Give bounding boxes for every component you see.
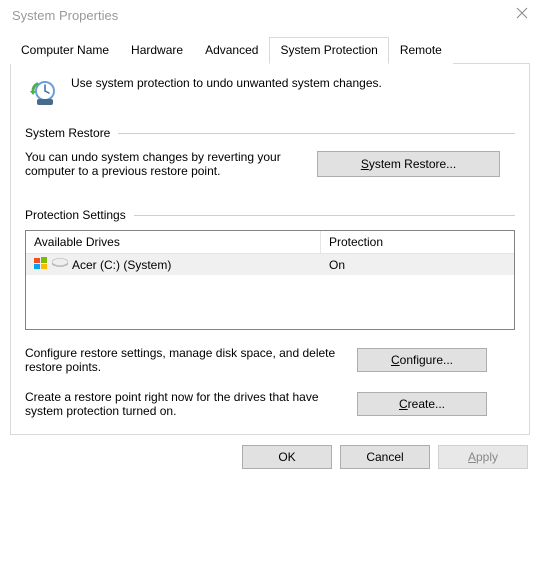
- dialog-footer: OK Cancel Apply: [0, 435, 540, 479]
- intro-text: Use system protection to undo unwanted s…: [71, 76, 382, 90]
- create-button[interactable]: Create...: [357, 392, 487, 416]
- drive-icon: [52, 257, 68, 272]
- cancel-button[interactable]: Cancel: [340, 445, 430, 469]
- create-text: Create a restore point right now for the…: [25, 390, 345, 418]
- drives-table[interactable]: Available Drives Protection: [25, 230, 515, 330]
- restore-text: You can undo system changes by reverting…: [25, 150, 305, 178]
- tab-advanced[interactable]: Advanced: [194, 37, 269, 64]
- col-protection-header[interactable]: Protection: [321, 231, 514, 253]
- tab-hardware[interactable]: Hardware: [120, 37, 194, 64]
- restore-shield-icon: [25, 76, 59, 110]
- configure-text: Configure restore settings, manage disk …: [25, 346, 345, 374]
- drive-status: On: [321, 255, 514, 275]
- window-title: System Properties: [12, 8, 118, 23]
- table-row[interactable]: Acer (C:) (System) On: [26, 254, 514, 275]
- tab-content: Use system protection to undo unwanted s…: [10, 64, 530, 435]
- section-settings-title: Protection Settings: [25, 208, 126, 222]
- tab-system-protection[interactable]: System Protection: [269, 37, 388, 64]
- table-header-row: Available Drives Protection: [26, 231, 514, 254]
- ok-button[interactable]: OK: [242, 445, 332, 469]
- col-drives-header[interactable]: Available Drives: [26, 231, 321, 253]
- apply-button[interactable]: Apply: [438, 445, 528, 469]
- tab-remote[interactable]: Remote: [389, 37, 453, 64]
- tab-bar: Computer Name Hardware Advanced System P…: [10, 36, 530, 64]
- configure-button[interactable]: Configure...: [357, 348, 487, 372]
- close-icon[interactable]: [516, 6, 528, 24]
- section-restore-title: System Restore: [25, 126, 110, 140]
- divider: [134, 215, 515, 216]
- tab-computer-name[interactable]: Computer Name: [10, 37, 120, 64]
- windows-flag-icon: [34, 257, 48, 272]
- drive-name: Acer (C:) (System): [72, 258, 171, 272]
- window-header: System Properties: [0, 0, 540, 30]
- divider: [118, 133, 515, 134]
- system-restore-button[interactable]: System Restore...: [317, 151, 500, 177]
